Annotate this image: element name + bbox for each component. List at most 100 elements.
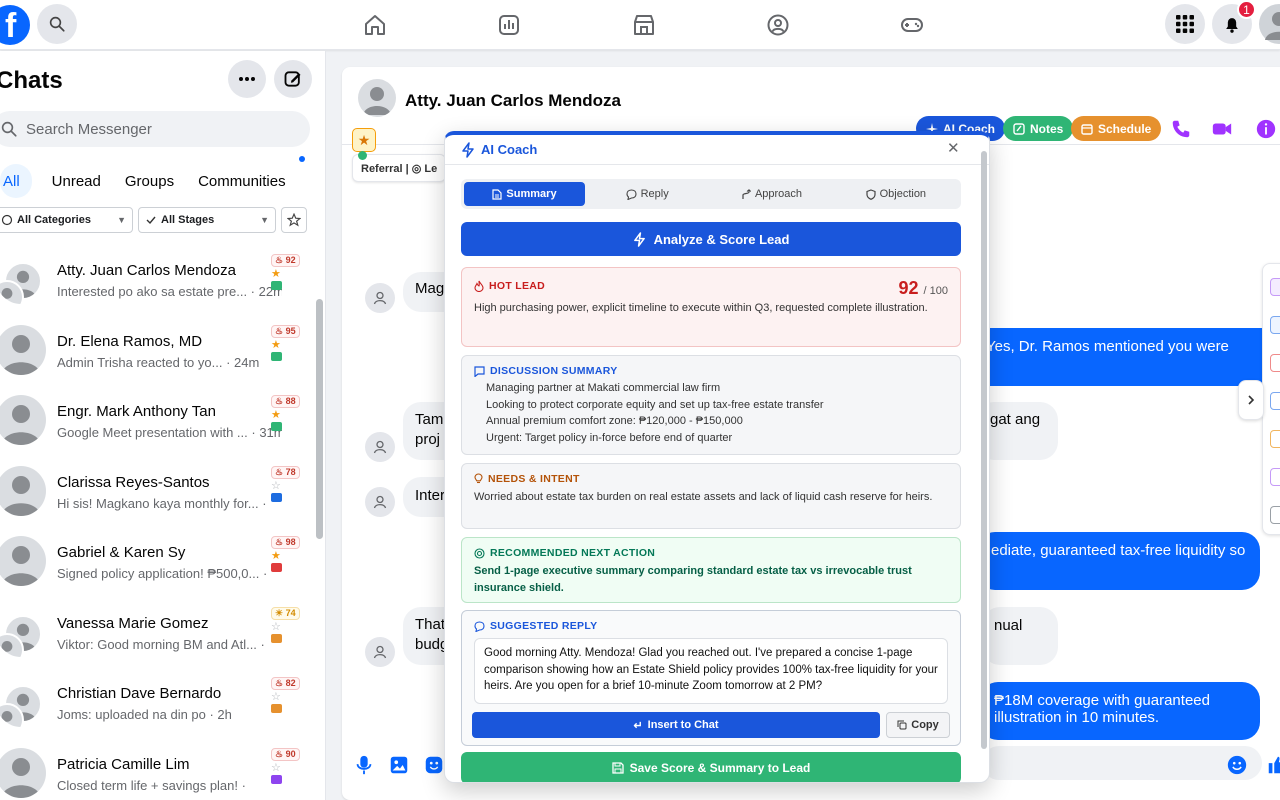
star-icon[interactable]: ★ [271,550,281,562]
summary-bullet: Urgent: Target policy in-force before en… [486,431,733,444]
chat-preview: Admin Trisha reacted to yo... · 24m [57,354,260,370]
home-icon[interactable] [363,13,387,37]
calendar-tool-icon[interactable] [1270,430,1280,448]
chat-list-scrollbar[interactable] [316,299,323,539]
tab-all[interactable]: All [0,164,32,198]
clipboard-tool-icon[interactable] [1270,392,1280,410]
needs-intent-card: NEEDS & INTENT Worried about estate tax … [461,463,961,529]
star-icon[interactable]: ★ [271,268,281,280]
microphone-icon[interactable] [353,754,375,776]
chat-list-item[interactable]: Christian Dave Bernardo Joms: uploaded na… [0,669,314,740]
lead-badges: ♨ 78 ☆ [271,465,305,502]
emoji-icon[interactable] [1226,754,1248,776]
search-messenger-input[interactable]: Search Messenger [0,111,310,147]
info-icon[interactable] [1255,118,1277,140]
feeds-icon[interactable] [497,13,521,37]
next-action-card: RECOMMENDED NEXT ACTION Send 1-page exec… [461,537,961,603]
route-icon [742,188,751,199]
video-call-icon[interactable] [1211,118,1233,140]
close-icon[interactable]: ✕ [947,139,960,157]
user-icon [373,291,387,305]
suggested-reply-textarea[interactable]: Good morning Atty. Mendoza! Glad you rea… [474,638,948,704]
notes-button[interactable]: Notes [1003,116,1074,141]
summary-bullet: Managing partner at Makati commercial la… [486,382,721,394]
groups-icon[interactable] [766,13,790,37]
sender-avatar [365,637,395,667]
star-outline-icon[interactable]: ☆ [271,762,281,774]
needs-intent-label: NEEDS & INTENT [488,473,580,485]
chat-name: Clarissa Reyes-Santos [57,473,210,491]
star-outline-icon[interactable]: ☆ [271,621,281,633]
star-icon[interactable]: ★ [271,339,281,351]
tab-communities[interactable]: Communities [186,164,298,198]
chat-list-item[interactable]: Atty. Juan Carlos Mendoza Interested po a… [0,246,314,317]
analyze-score-lead-button[interactable]: Analyze & Score Lead [461,222,961,256]
chat-list-item[interactable]: Patricia Camille Lim Closed term life + s… [0,740,314,800]
tab-approach[interactable]: Approach [709,182,833,206]
sticker-icon[interactable] [423,754,445,776]
new-message-button[interactable] [274,60,312,98]
insert-to-chat-button[interactable]: ↵ Insert to Chat [472,712,880,738]
side-panel-toggle[interactable] [1238,380,1264,420]
copy-icon [897,720,907,730]
lead-score-badge: ☀ 74 [271,606,300,620]
ai-coach-scrollbar[interactable] [981,151,987,749]
document-tool-icon[interactable] [1270,316,1280,334]
chat-list-item[interactable]: Clarissa Reyes-Santos Hi sis! Magkano kay… [0,458,314,529]
category-filter-select[interactable]: All Categories ▼ [0,207,133,233]
list-tool-icon[interactable] [1270,354,1280,372]
account-avatar[interactable] [1259,4,1280,44]
return-icon: ↵ [633,719,643,732]
phone-icon[interactable] [1170,118,1192,140]
gaming-icon[interactable] [900,13,924,37]
search-button[interactable] [37,4,77,44]
more-icon [239,77,255,81]
lead-source-tag[interactable]: Referral | ◎ Le [352,151,447,182]
chat-list-item[interactable]: Gabriel & Karen Sy Signed policy applicat… [0,528,314,599]
copy-button[interactable]: Copy [886,712,950,738]
more-options-button[interactable] [228,60,266,98]
lead-score-badge: ♨ 90 [271,747,300,761]
tab-unread[interactable]: Unread [32,164,113,198]
contact-name[interactable]: Atty. Juan Carlos Mendoza [405,91,621,111]
settings-tool-icon[interactable] [1270,506,1280,524]
facebook-logo[interactable]: f [0,5,30,45]
tab-reply[interactable]: Reply [585,182,709,206]
starred-filter-button[interactable] [281,207,307,233]
hot-lead-heading: HOT LEAD [474,280,948,292]
message-input[interactable] [982,746,1262,780]
tab-summary[interactable]: Summary [464,182,585,206]
chat-list-item[interactable]: Vanessa Marie Gomez Viktor: Good morning … [0,599,314,670]
analyze-label: Analyze & Score Lead [653,231,790,247]
star-outline-icon[interactable]: ☆ [271,691,281,703]
like-icon[interactable] [1266,754,1280,776]
star-outline-icon[interactable]: ☆ [271,480,281,492]
notes-label: Notes [1030,121,1064,136]
chat-list: Atty. Juan Carlos Mendoza Interested po a… [0,246,314,800]
chat-name: Gabriel & Karen Sy [57,544,186,561]
chat-list-item[interactable]: Engr. Mark Anthony Tan Google Meet presen… [0,387,314,458]
stage-color-tag [271,281,282,290]
user-icon [1265,12,1280,40]
note-icon [1013,122,1025,135]
lead-score-badge: ♨ 78 [271,465,300,479]
tab-groups[interactable]: Groups [113,164,186,198]
chat-list-item[interactable]: Dr. Elena Ramos, MD Admin Trisha reacted … [0,317,314,388]
favorite-star-button[interactable]: ★ [352,128,376,152]
send-tool-icon[interactable] [1270,468,1280,486]
user-icon [1,288,13,299]
marketplace-icon[interactable] [632,13,656,37]
star-icon[interactable]: ★ [271,409,281,421]
lead-score-badge: ♨ 88 [271,395,300,408]
contact-avatar[interactable] [358,79,396,117]
group-avatar [0,254,46,304]
image-icon[interactable] [388,754,410,776]
save-score-summary-button[interactable]: Save Score & Summary to Lead [461,752,961,782]
menu-button[interactable] [1165,4,1205,44]
schedule-button[interactable]: Schedule [1071,116,1162,141]
stage-filter-select[interactable]: All Stages ▼ [138,207,276,233]
tab-objection[interactable]: Objection [834,182,958,206]
status-dot [358,151,367,160]
ai-tool-icon[interactable] [1270,278,1280,296]
ai-coach-panel: AI Coach ✕ Summary Reply Approach Object… [444,131,990,783]
